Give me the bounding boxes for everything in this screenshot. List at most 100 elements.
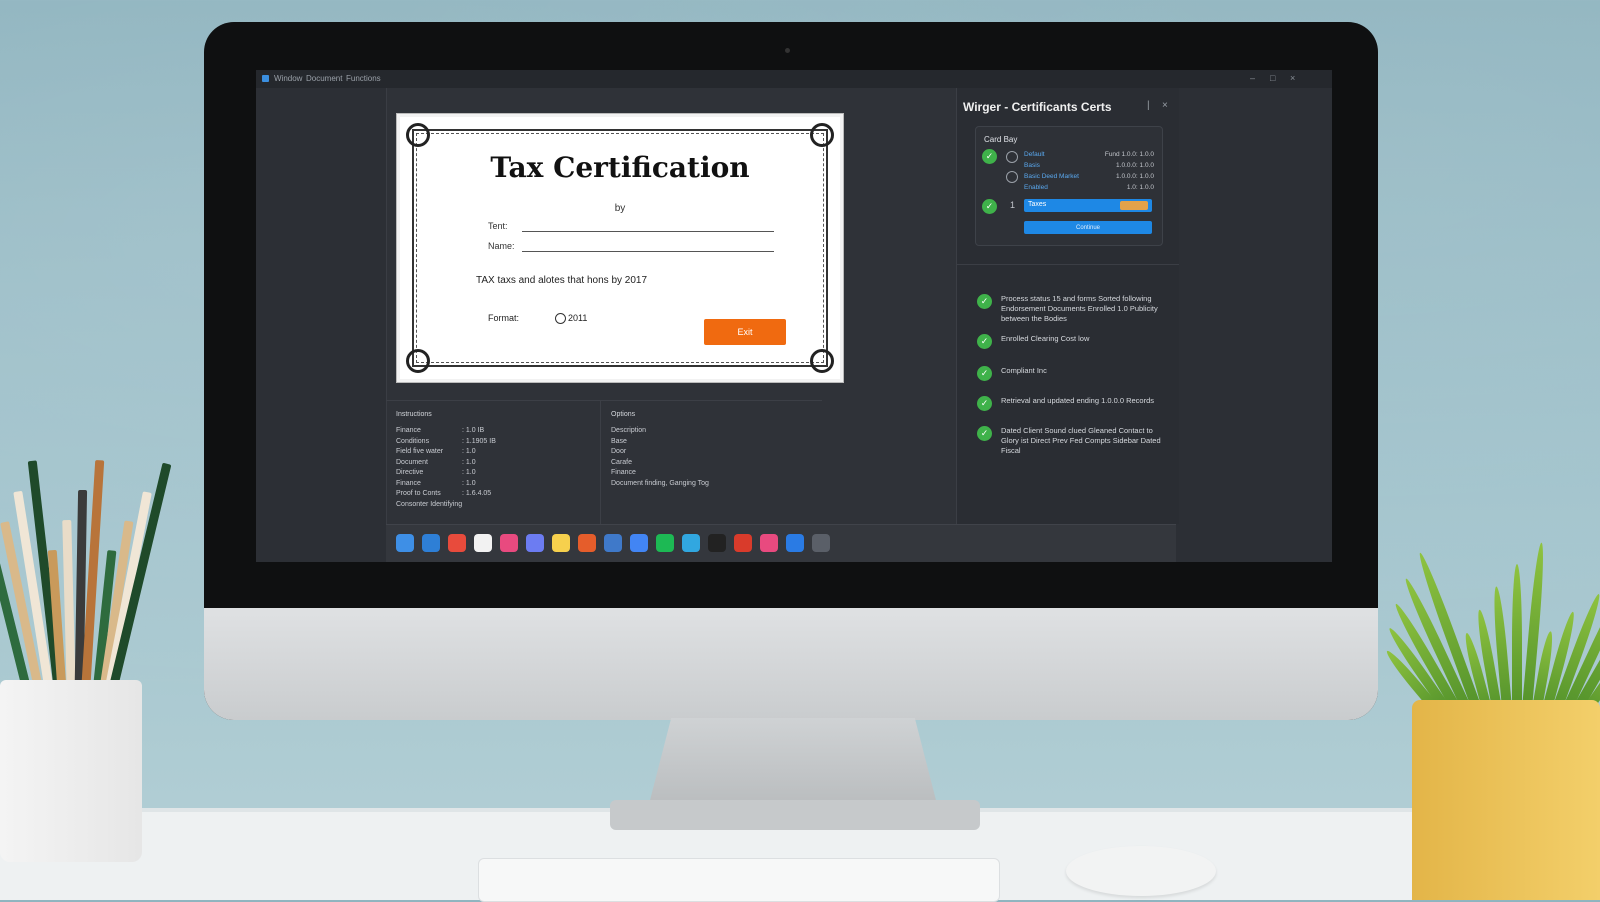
format-radio[interactable]	[555, 313, 566, 324]
screen: Window Document Functions – □ × Tax Cert…	[256, 70, 1332, 562]
instructions-panel: Instructions Finance: 1.0 IB Conditions: …	[386, 400, 601, 529]
app-icon[interactable]	[786, 534, 804, 552]
office-icon[interactable]	[734, 534, 752, 552]
exit-button[interactable]: Exit	[704, 319, 786, 345]
taxes-bar[interactable]: Taxes	[1024, 199, 1152, 212]
terminal-icon[interactable]	[812, 534, 830, 552]
list-item-text: Retrieval and updated ending 1.0.0.0 Rec…	[1001, 396, 1155, 405]
check-icon: ✓	[982, 199, 997, 214]
files-icon[interactable]	[526, 534, 544, 552]
row-key: Conditions	[396, 437, 430, 445]
browser-icon[interactable]	[422, 534, 440, 552]
title-bar: Window Document Functions – □ ×	[256, 70, 1332, 88]
table-row: Document: 1.0	[396, 459, 596, 466]
list-item-text: Dated Client Sound clued Gleaned Contact…	[1001, 426, 1161, 455]
plant-pot	[1412, 700, 1600, 900]
row-key: Finance	[396, 479, 421, 487]
music-icon[interactable]	[760, 534, 778, 552]
row-value: : 1.1905 IB	[462, 437, 496, 445]
close-button[interactable]: ×	[1290, 73, 1295, 83]
ornament-icon	[810, 349, 834, 373]
row-key: Consonter Identifying	[396, 500, 463, 508]
card-row-value: Fund 1.0.0: 1.0.0	[1104, 151, 1154, 158]
certificates-widget: Wirger - Certificants Certs | × Card Bay…	[956, 88, 1179, 524]
camera-dot	[785, 48, 790, 53]
card-row-label[interactable]: Enabled	[1024, 184, 1048, 191]
sticky-icon[interactable]	[552, 534, 570, 552]
table-row: Finance : 1.0	[396, 480, 596, 487]
row-value: : 1.0	[462, 469, 476, 476]
field-1-label: Tent:	[488, 221, 508, 231]
row-value: : 1.0 IB	[462, 427, 485, 434]
taskbar	[386, 524, 1176, 562]
maximize-button[interactable]: □	[1270, 73, 1275, 83]
card-row-label[interactable]: Basic Deed Market	[1024, 173, 1079, 180]
tag-icon	[1120, 201, 1148, 210]
options-heading: Options	[611, 411, 636, 418]
row-key: Directive	[396, 469, 424, 476]
list-item: Document finding, Ganging Tog	[611, 479, 709, 487]
menu-window[interactable]: Window	[274, 74, 302, 83]
ornament-icon	[406, 123, 430, 147]
monitor-chin	[204, 608, 1378, 720]
mail-icon[interactable]	[604, 534, 622, 552]
card-row-value: 1.0.0.0: 1.0.0	[1116, 173, 1154, 180]
row-value: : 1.0	[462, 479, 476, 487]
row-value: : 1.0	[462, 458, 476, 466]
row-key: Field five water	[396, 448, 444, 455]
card-row-value: 1.0.0.0: 1.0.0	[1116, 162, 1154, 169]
row-key: Proof to Conts	[396, 490, 441, 497]
card-row-label[interactable]: Basis	[1024, 162, 1040, 169]
options-panel: Options Description Base Door Carafe Finance…	[601, 400, 822, 529]
monitor-foot	[610, 800, 980, 830]
list-item-text: Compliant Inc	[1001, 366, 1047, 375]
notes-icon[interactable]	[474, 534, 492, 552]
chrome-icon[interactable]	[448, 534, 466, 552]
field-2-line[interactable]	[522, 251, 774, 252]
chat-icon[interactable]	[656, 534, 674, 552]
widget-close-icon[interactable]: ×	[1162, 100, 1168, 111]
list-item: Carafe	[611, 458, 633, 466]
table-row: Finance: 1.0 IB	[396, 427, 596, 434]
certificate-body: TAX taxs and alotes that hons by 2017	[476, 275, 648, 286]
check-icon: ✓	[977, 366, 992, 381]
app-icon	[262, 75, 269, 82]
format-radio-label: 2011	[568, 313, 588, 323]
list-item-text: Enrolled Clearing Cost low	[1001, 334, 1090, 343]
widget-divider: |	[1147, 100, 1150, 111]
check-icon: ✓	[977, 334, 992, 349]
check-icon: ✓	[977, 396, 992, 411]
menu-functions[interactable]: Functions	[346, 74, 381, 83]
pencil-cup	[0, 680, 142, 862]
ornament-icon	[810, 123, 834, 147]
start-icon[interactable]	[396, 534, 414, 552]
card-row-value: 1.0: 1.0.0	[1126, 184, 1154, 191]
menu-document[interactable]: Document	[306, 74, 342, 83]
card-bay: Card Bay ✓ Default Fund 1.0.0: 1.0.0 Basis…	[975, 126, 1163, 246]
format-label: Format:	[488, 313, 520, 323]
certificate-by: by	[614, 203, 626, 214]
card-heading: Card Bay	[984, 135, 1018, 144]
instructions-heading: Instructions	[396, 411, 432, 418]
widget-title: Wirger - Certificants Certs	[963, 100, 1112, 114]
list-item: Description	[611, 427, 647, 434]
table-row: Proof to Conts : 1.6.4.05	[396, 490, 596, 497]
bar-number: 1	[1010, 200, 1016, 210]
field-1-line[interactable]	[522, 231, 774, 232]
certificate-title: Tax Certification	[490, 151, 750, 184]
row-value: : 1.0	[462, 448, 476, 455]
widget-divider-line	[957, 264, 1179, 265]
mouse	[1066, 846, 1216, 896]
list-item-text: Process status 15 and forms Sorted follo…	[1001, 294, 1158, 323]
folder-icon[interactable]	[682, 534, 700, 552]
card-row-label[interactable]: Default	[1024, 151, 1045, 158]
continue-button[interactable]: Continue	[1024, 221, 1152, 234]
table-row: Conditions : 1.1905 IB	[396, 438, 596, 445]
chrome-2-icon[interactable]	[630, 534, 648, 552]
taxes-bar-label: Taxes	[1028, 201, 1047, 208]
minimize-button[interactable]: –	[1250, 73, 1255, 83]
row-value: : 1.6.4.05	[462, 490, 492, 497]
maps-icon[interactable]	[578, 534, 596, 552]
photos-icon[interactable]	[500, 534, 518, 552]
editor-icon[interactable]	[708, 534, 726, 552]
